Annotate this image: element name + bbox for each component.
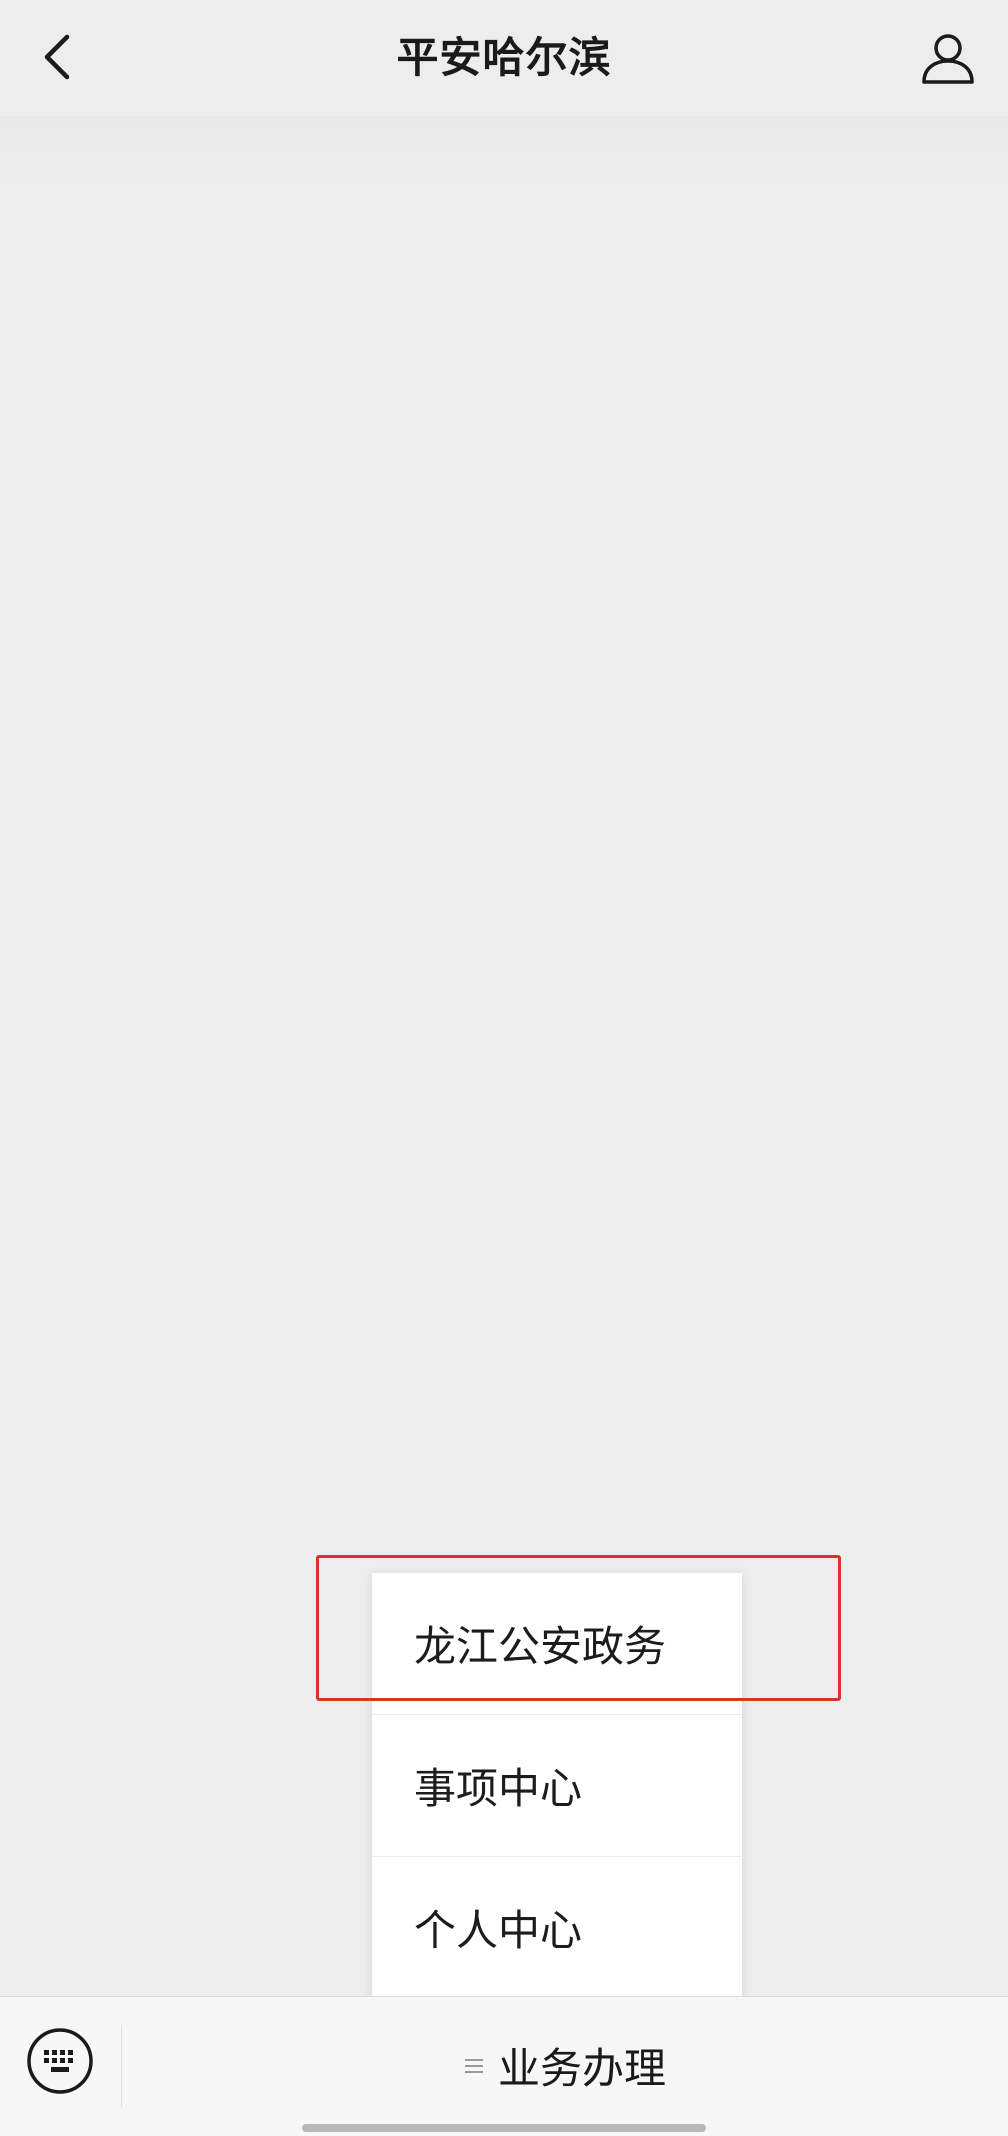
menu-item-label: 事项中心 [414, 1764, 583, 1813]
service-popup-menu: 龙江公安政务 事项中心 个人中心 [372, 1573, 742, 1998]
bottom-menu-bar: 业务办理 [0, 1996, 1008, 2136]
menu-item-label: 个人中心 [414, 1906, 583, 1955]
menu-lines-icon [464, 2059, 483, 2073]
menu-item-label: 龙江公安政务 [414, 1622, 667, 1671]
profile-button[interactable] [910, 20, 986, 96]
menu-item-personal-center[interactable]: 个人中心 [372, 1857, 742, 1998]
top-navigation-bar: 平安哈尔滨 [0, 0, 1008, 116]
menu-tab-label: 业务办理 [497, 2043, 666, 2093]
menu-item-service-center[interactable]: 事项中心 [372, 1715, 742, 1856]
page-title: 平安哈尔滨 [396, 33, 612, 82]
menu-item-longjiang-police-affairs[interactable]: 龙江公安政务 [372, 1573, 742, 1714]
home-indicator[interactable] [302, 2124, 706, 2132]
menu-tab-business-handling[interactable]: 业务办理 [122, 1997, 1008, 2133]
keyboard-icon [27, 2028, 93, 2094]
user-profile-icon [922, 34, 974, 84]
keyboard-toggle-button[interactable] [24, 2025, 96, 2097]
